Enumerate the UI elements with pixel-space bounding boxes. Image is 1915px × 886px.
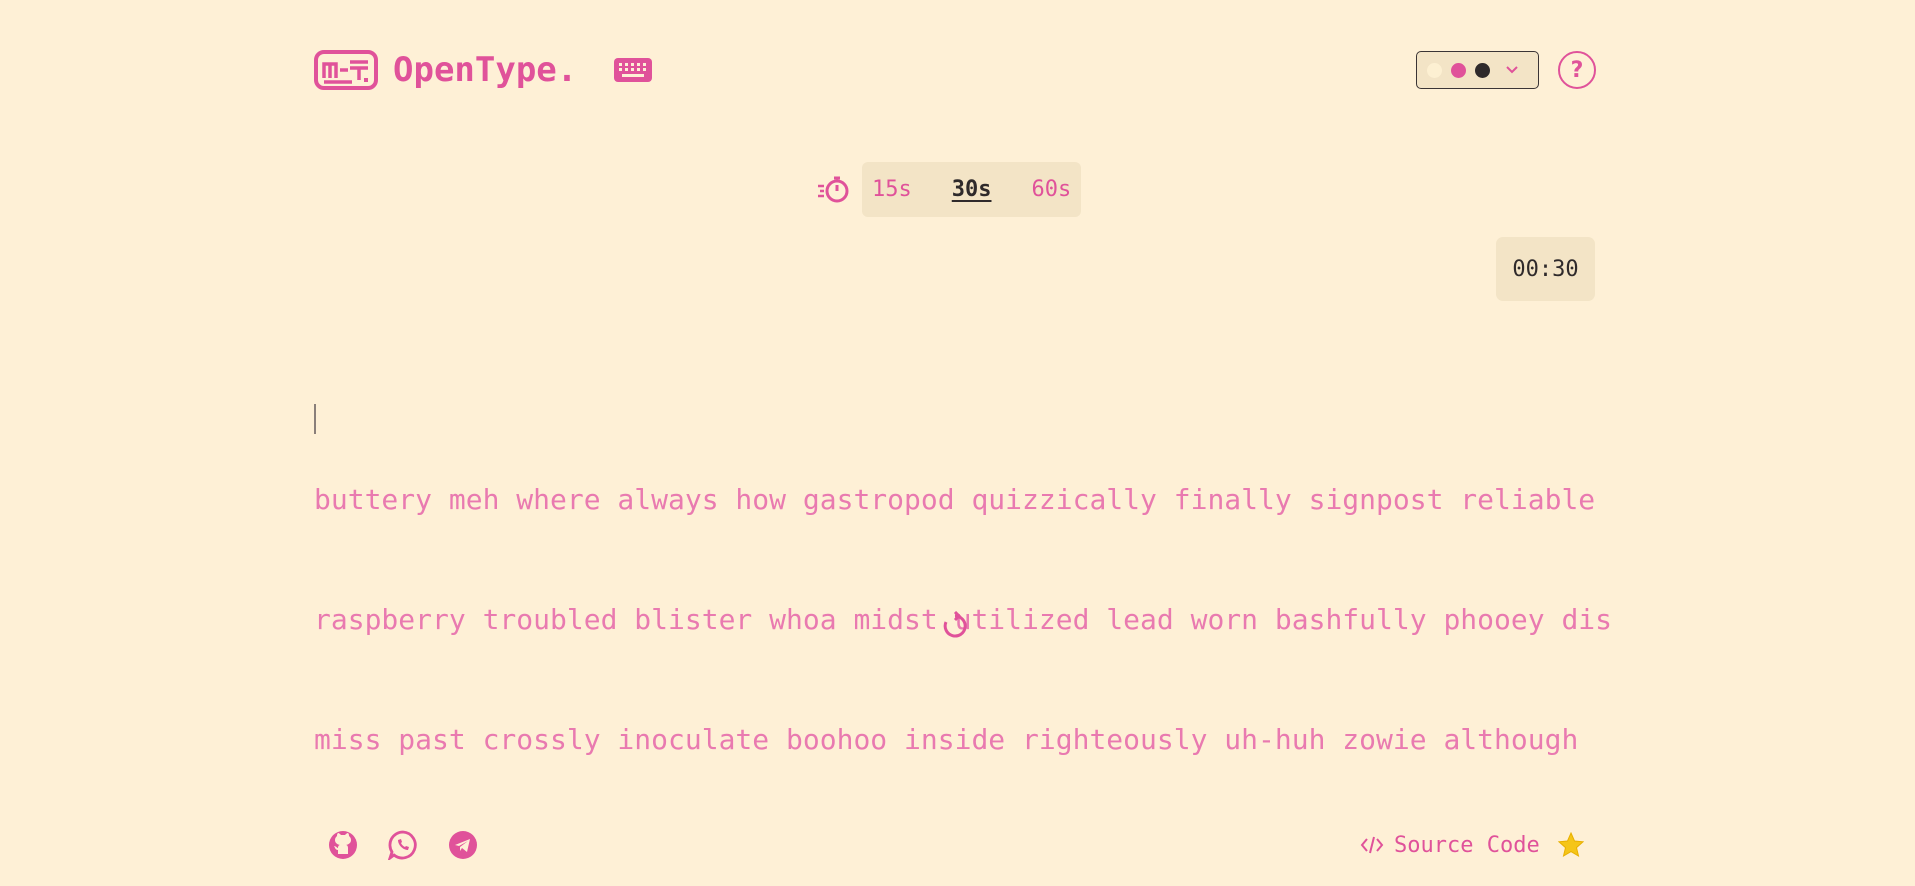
help-button[interactable]: ? — [1558, 51, 1596, 89]
whatsapp-icon[interactable] — [388, 830, 418, 860]
restart-icon[interactable] — [940, 611, 970, 641]
theme-swatch-pink — [1451, 62, 1466, 78]
telegram-icon[interactable] — [448, 830, 478, 860]
theme-picker[interactable] — [1416, 51, 1539, 89]
theme-swatch-light — [1427, 62, 1442, 78]
github-icon[interactable] — [328, 830, 358, 860]
keyboard-icon[interactable] — [613, 57, 653, 83]
duration-options: 15s 30s 60s — [862, 162, 1082, 217]
text-caret — [314, 404, 316, 434]
word-line: buttery meh where always how gastropod q… — [314, 483, 1596, 516]
duration-30s[interactable]: 30s — [952, 177, 992, 202]
chevron-down-icon — [1506, 66, 1518, 74]
help-icon: ? — [1570, 57, 1584, 83]
duration-60s[interactable]: 60s — [1032, 177, 1072, 202]
duration-selector: 15s 30s 60s — [817, 162, 1082, 217]
countdown-timer: 00:30 — [1496, 237, 1595, 301]
code-icon — [1360, 836, 1384, 854]
brand-name: OpenType. — [393, 50, 578, 90]
source-code-label: Source Code — [1394, 832, 1540, 858]
app-root: OpenType. ? 15s 30s 60s 00:30 buttery me… — [0, 0, 1915, 886]
star-icon — [1557, 832, 1584, 858]
source-code-link[interactable]: Source Code — [1360, 832, 1584, 858]
word-line: miss past crossly inoculate boohoo insid… — [314, 723, 1579, 756]
theme-swatch-dark — [1475, 62, 1490, 78]
social-links — [328, 830, 478, 860]
header-logo[interactable]: OpenType. — [314, 50, 653, 90]
stopwatch-icon — [818, 176, 849, 202]
keyboard-logo-icon — [314, 50, 378, 90]
duration-15s[interactable]: 15s — [872, 177, 912, 202]
